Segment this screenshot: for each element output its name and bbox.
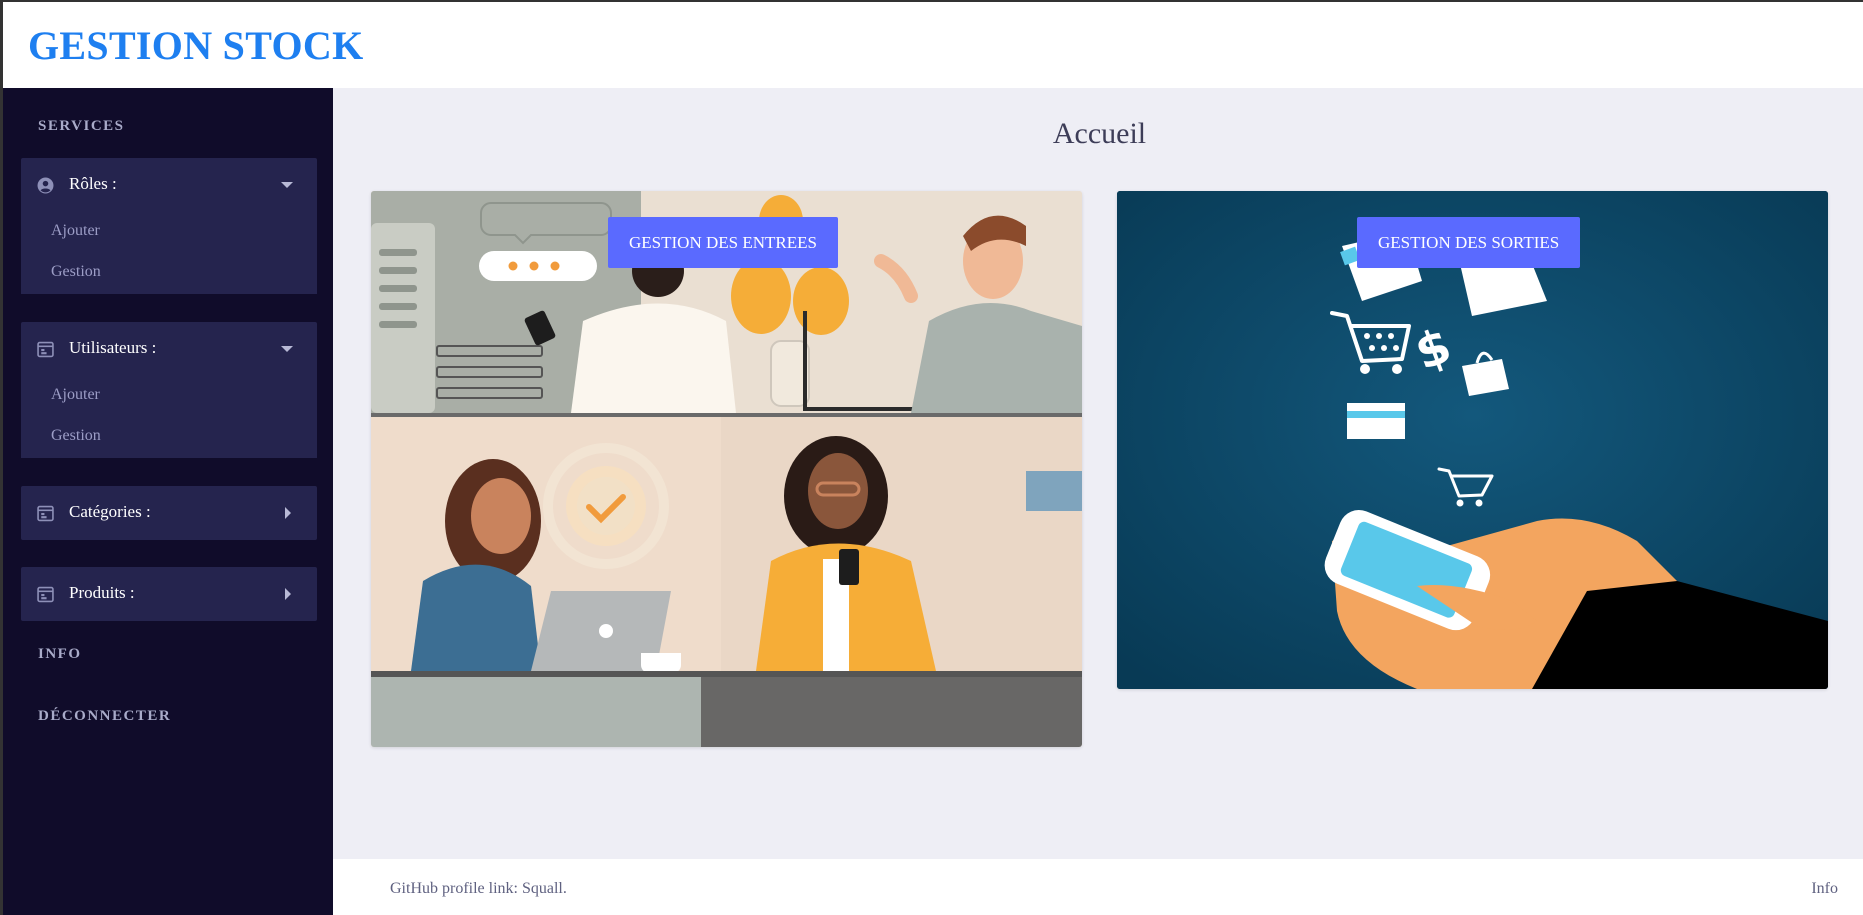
sidebar: SERVICES Rôles : Ajouter Gestion Utilisa… — [3, 88, 333, 915]
user-circle-icon — [37, 177, 54, 194]
sidebar-group-categories: Catégories : — [21, 486, 317, 540]
sidebar-group-categories-toggle[interactable]: Catégories : — [21, 486, 317, 540]
footer: GitHub profile link: Squall. Info — [333, 859, 1863, 915]
calendar-icon — [37, 505, 54, 522]
sidebar-group-produits: Produits : — [21, 567, 317, 621]
chevron-down-icon — [281, 346, 293, 352]
page-title: Accueil — [1052, 117, 1147, 150]
sidebar-group-produits-toggle[interactable]: Produits : — [21, 567, 317, 621]
card-entrees: GESTION DES ENTREES — [371, 191, 1082, 747]
sidebar-item-utilisateurs-ajouter[interactable]: Ajouter — [21, 376, 317, 417]
sidebar-group-roles-toggle[interactable]: Rôles : — [21, 158, 317, 212]
sidebar-item-label: Gestion — [51, 427, 101, 444]
gestion-sorties-button[interactable]: GESTION DES SORTIES — [1357, 217, 1581, 268]
sidebar-group-utilisateurs-toggle[interactable]: Utilisateurs : — [21, 322, 317, 376]
sidebar-item-roles-ajouter[interactable]: Ajouter — [21, 212, 317, 253]
chevron-right-icon — [285, 507, 291, 519]
sidebar-group-label: Rôles : — [69, 174, 117, 193]
card-sorties: $ GESTION DES SORTIES — [1117, 191, 1828, 689]
sidebar-group-label: Produits : — [69, 583, 135, 602]
sidebar-link-logout[interactable]: DÉCONNECTER — [38, 708, 171, 725]
github-profile-link[interactable]: GitHub profile link: Squall. — [390, 880, 567, 898]
gestion-entrees-button[interactable]: GESTION DES ENTREES — [608, 217, 838, 268]
calendar-icon — [37, 586, 54, 603]
brand-title[interactable]: GESTION STOCK — [28, 22, 364, 69]
sidebar-item-label: Ajouter — [51, 222, 100, 239]
office-workers-illustration — [371, 191, 1082, 747]
sidebar-item-roles-gestion[interactable]: Gestion — [21, 253, 317, 294]
sidebar-group-utilisateurs: Utilisateurs : Ajouter Gestion — [21, 322, 317, 458]
calendar-icon — [37, 341, 54, 358]
chevron-right-icon — [285, 588, 291, 600]
footer-info-link[interactable]: Info — [1811, 880, 1838, 898]
sidebar-section-services: SERVICES — [38, 118, 125, 134]
chevron-down-icon — [281, 182, 293, 188]
sidebar-group-label: Utilisateurs : — [69, 338, 157, 357]
sidebar-item-label: Ajouter — [51, 386, 100, 403]
sidebar-group-label: Catégories : — [69, 502, 151, 521]
sidebar-item-utilisateurs-gestion[interactable]: Gestion — [21, 417, 317, 458]
sidebar-item-label: Gestion — [51, 263, 101, 280]
sidebar-group-roles: Rôles : Ajouter Gestion — [21, 158, 317, 294]
top-bar: GESTION STOCK — [3, 2, 1863, 88]
sidebar-link-info[interactable]: INFO — [38, 646, 82, 663]
